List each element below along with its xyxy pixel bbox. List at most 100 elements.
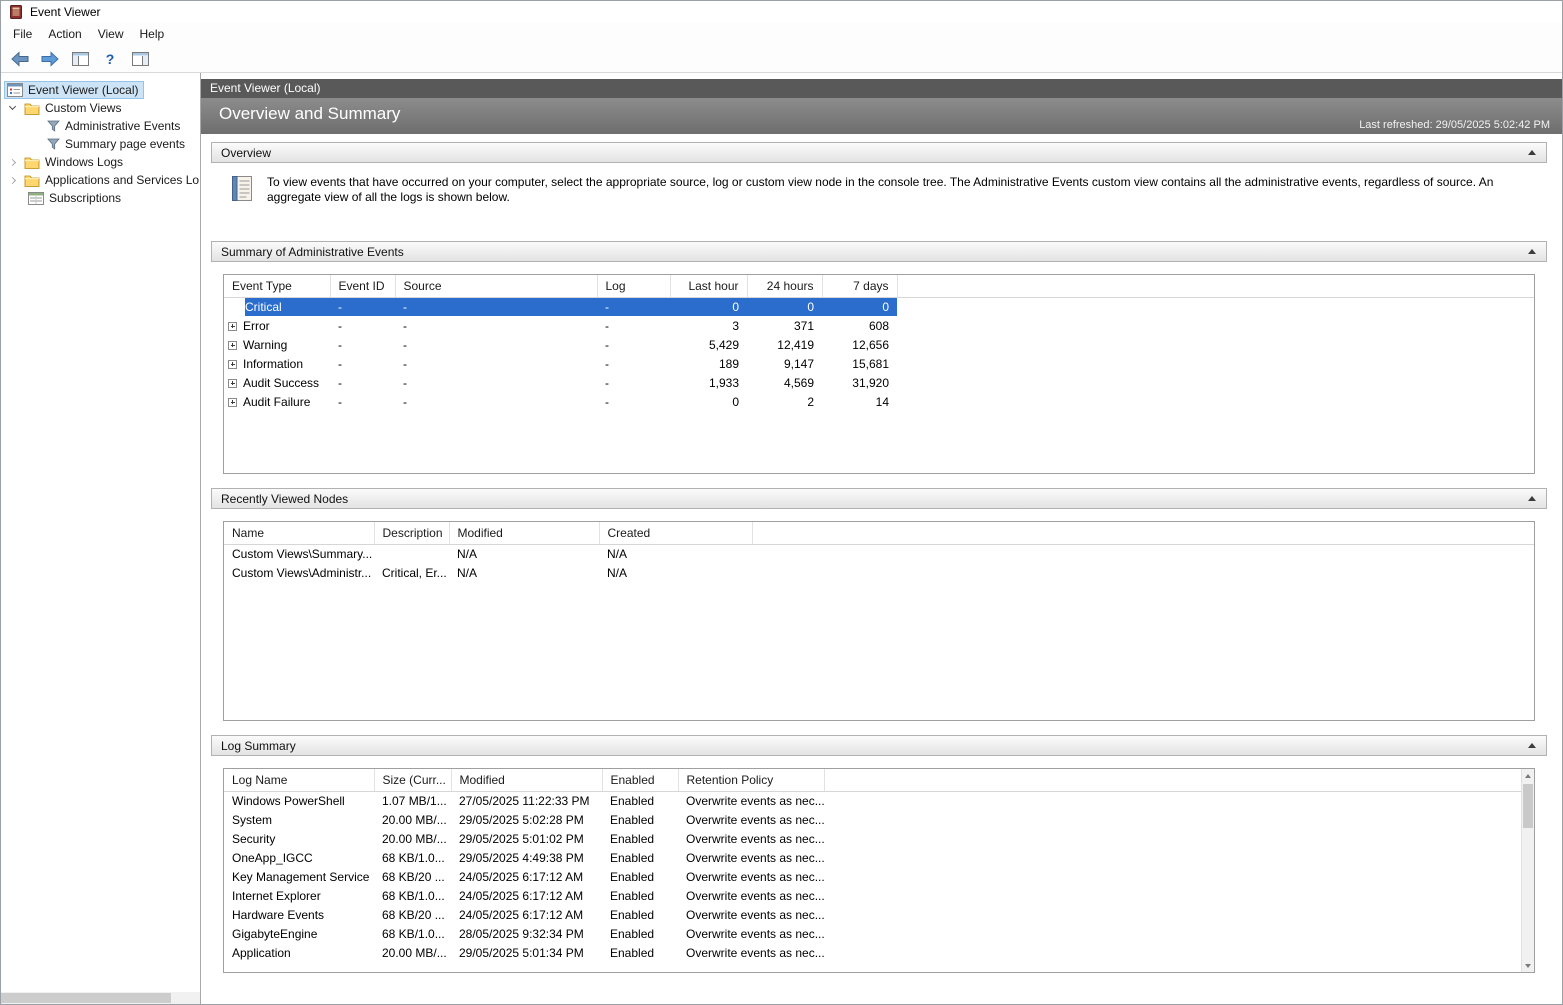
menu-help[interactable]: Help xyxy=(132,24,173,44)
column-header-retention-policy[interactable]: Retention Policy xyxy=(678,769,825,792)
collapse-section-button[interactable] xyxy=(1523,244,1541,260)
table-row[interactable]: Security 20.00 MB/... 29/05/2025 5:01:02 P… xyxy=(224,829,1521,848)
menu-view[interactable]: View xyxy=(90,24,132,44)
summary-section-header[interactable]: Summary of Administrative Events xyxy=(211,241,1547,262)
back-button[interactable] xyxy=(7,47,33,71)
summary-header-row: Event Type Event ID Source Log Last hour 24 h… xyxy=(224,275,1534,298)
overview-body: To view events that have occurred on you… xyxy=(211,163,1547,227)
scrollbar-thumb[interactable] xyxy=(1,993,171,1003)
expand-icon[interactable] xyxy=(228,359,237,369)
column-header-last-hour[interactable]: Last hour xyxy=(670,275,748,298)
column-header-modified[interactable]: Modified xyxy=(451,769,603,792)
column-header-description[interactable]: Description xyxy=(374,522,450,545)
content-pane-header: Event Viewer (Local) xyxy=(201,79,1562,98)
column-header-source[interactable]: Source xyxy=(395,275,598,298)
column-header-size-curr[interactable]: Size (Curr... xyxy=(374,769,452,792)
chevron-collapsed-icon[interactable] xyxy=(8,176,17,184)
collapse-arrow-icon xyxy=(1528,743,1536,748)
table-row[interactable]: OneApp_IGCC 68 KB/1.0... 29/05/2025 4:49:3… xyxy=(224,848,1521,867)
column-header-name[interactable]: Name xyxy=(224,522,375,545)
table-row[interactable]: Internet Explorer 68 KB/1.0... 24/05/2025 … xyxy=(224,886,1521,905)
tree-item-applications-and-services-logs[interactable]: Applications and Services Lo xyxy=(1,171,200,189)
tree-item-label: Event Viewer (Local) xyxy=(28,83,139,97)
table-row[interactable]: Warning - - -5,429 12,419 12,656 xyxy=(224,335,1534,354)
table-row[interactable]: Windows PowerShell 1.07 MB/1... 27/05/2025… xyxy=(224,791,1521,810)
expand-icon[interactable] xyxy=(228,397,237,407)
table-row[interactable]: Key Management Service 68 KB/20 ... 24/05/… xyxy=(224,867,1521,886)
scroll-up-button[interactable] xyxy=(1522,769,1534,782)
table-row[interactable]: Custom Views\Administr... Critical, Er...… xyxy=(224,563,1534,582)
table-row[interactable]: System 20.00 MB/... 29/05/2025 5:02:28 PM E… xyxy=(224,810,1521,829)
log-summary-section-header[interactable]: Log Summary xyxy=(211,735,1547,756)
help-icon: ? xyxy=(105,50,115,67)
summary-table: Event Type Event ID Source Log Last hour 24 h… xyxy=(224,275,1534,411)
up-arrow-icon xyxy=(1525,773,1531,778)
table-row[interactable]: Hardware Events 68 KB/20 ... 24/05/2025 6:… xyxy=(224,905,1521,924)
folder-icon xyxy=(24,156,40,169)
chevron-expanded-icon[interactable] xyxy=(8,102,17,111)
expand-icon[interactable] xyxy=(228,378,237,388)
table-row[interactable]: Error - - -3 371 608 xyxy=(224,316,1534,335)
column-header-log-name[interactable]: Log Name xyxy=(224,769,375,792)
table-row[interactable]: Custom Views\Summary... N/A N/A xyxy=(224,544,1534,563)
show-hide-console-tree-button[interactable] xyxy=(67,47,93,71)
table-row[interactable]: Information - - -189 9,147 15,681 xyxy=(224,354,1534,373)
tree-item-subscriptions[interactable]: Subscriptions xyxy=(1,189,200,207)
tree-item-event-viewer-local[interactable]: Event Viewer (Local) xyxy=(1,81,200,99)
column-header-24-hours[interactable]: 24 hours xyxy=(747,275,823,298)
column-header-log[interactable]: Log xyxy=(597,275,671,298)
column-header-filler xyxy=(752,522,1534,545)
collapse-arrow-icon xyxy=(1528,249,1536,254)
app-body: Event Viewer (Local) Custom Views Admini… xyxy=(1,73,1562,1004)
collapse-section-button[interactable] xyxy=(1523,145,1541,161)
overview-text: To view events that have occurred on you… xyxy=(267,175,1494,204)
back-arrow-icon xyxy=(11,50,29,67)
column-header-modified[interactable]: Modified xyxy=(449,522,600,545)
recently-viewed-header-row: Name Description Modified Created xyxy=(224,522,1534,545)
table-row[interactable]: GigabyteEngine 68 KB/1.0... 28/05/2025 9:3… xyxy=(224,924,1521,943)
recently-viewed-table: Name Description Modified Created Custom Vi… xyxy=(224,522,1534,582)
show-hide-action-pane-button[interactable] xyxy=(127,47,153,71)
help-button[interactable]: ? xyxy=(97,47,123,71)
tree-item-custom-views[interactable]: Custom Views xyxy=(1,99,200,117)
table-row[interactable]: Audit Failure - - -0 2 14 xyxy=(224,392,1534,411)
page-title: Overview and Summary xyxy=(219,104,401,123)
expand-icon[interactable] xyxy=(228,340,237,350)
log-summary-scrollbar[interactable] xyxy=(1521,769,1534,972)
menubar: File Action View Help xyxy=(1,23,1562,45)
table-row[interactable]: Audit Success - - -1,933 4,569 31,920 xyxy=(224,373,1534,392)
column-header-enabled[interactable]: Enabled xyxy=(602,769,679,792)
column-header-event-type[interactable]: Event Type xyxy=(224,275,331,298)
overview-section-header[interactable]: Overview xyxy=(211,142,1547,163)
recently-viewed-section-title: Recently Viewed Nodes xyxy=(221,491,349,506)
forward-button[interactable] xyxy=(37,47,63,71)
column-header-7-days[interactable]: 7 days xyxy=(822,275,898,298)
forward-arrow-icon xyxy=(41,50,59,67)
recently-viewed-section-header[interactable]: Recently Viewed Nodes xyxy=(211,488,1547,509)
recently-viewed-section: Recently Viewed Nodes Name Description Mod… xyxy=(211,488,1547,721)
event-log-book-icon xyxy=(231,175,253,202)
chevron-collapsed-icon[interactable] xyxy=(8,158,17,166)
tree-item-label: Applications and Services Lo xyxy=(45,173,200,187)
collapse-section-button[interactable] xyxy=(1523,738,1541,754)
tree-item-administrative-events[interactable]: Administrative Events xyxy=(1,117,200,135)
menu-file[interactable]: File xyxy=(5,24,40,44)
summary-section-title: Summary of Administrative Events xyxy=(221,244,404,259)
tree-item-windows-logs[interactable]: Windows Logs xyxy=(1,153,200,171)
table-row[interactable]: Critical - - -0 0 0 xyxy=(224,297,1534,316)
tree-item-label: Subscriptions xyxy=(49,191,122,205)
summary-table-frame: Event Type Event ID Source Log Last hour 24 h… xyxy=(223,274,1535,474)
collapse-section-button[interactable] xyxy=(1523,491,1541,507)
log-summary-section-title: Log Summary xyxy=(221,738,296,753)
scrollbar-thumb[interactable] xyxy=(1523,784,1533,828)
tree-horizontal-scrollbar[interactable] xyxy=(1,992,200,1004)
tree-item-label: Custom Views xyxy=(45,101,122,115)
expand-icon[interactable] xyxy=(228,321,237,331)
column-header-created[interactable]: Created xyxy=(599,522,753,545)
table-row[interactable]: Application 20.00 MB/... 29/05/2025 5:01:3… xyxy=(224,943,1521,962)
tree-item-summary-page-events[interactable]: Summary page events xyxy=(1,135,200,153)
menu-action[interactable]: Action xyxy=(40,24,89,44)
scroll-down-button[interactable] xyxy=(1522,959,1534,972)
column-header-event-id[interactable]: Event ID xyxy=(330,275,396,298)
log-summary-table-frame: Log Name Size (Curr... Modified Enabled Rete… xyxy=(223,768,1535,973)
